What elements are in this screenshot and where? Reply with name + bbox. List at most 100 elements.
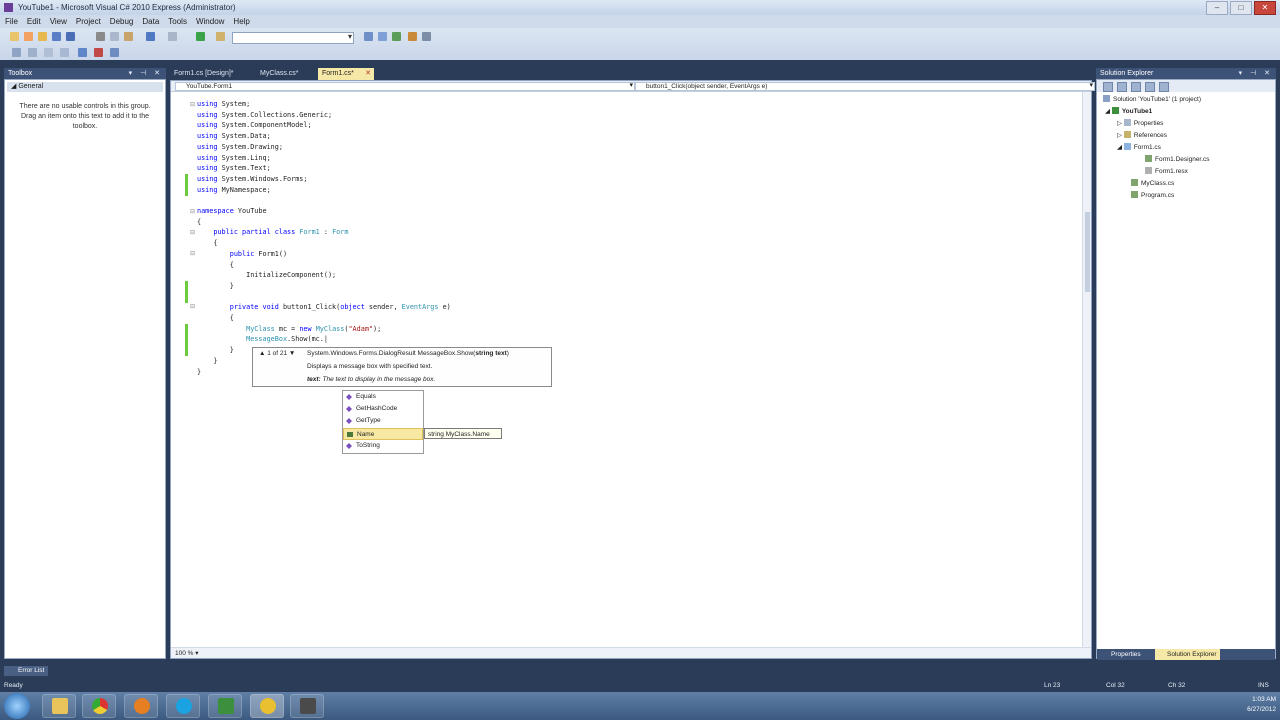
- tree-node-program[interactable]: Program.cs: [1131, 191, 1174, 199]
- code-line[interactable]: private void button1_Click(object sender…: [197, 302, 451, 313]
- code-line[interactable]: {: [197, 238, 217, 249]
- vertical-scrollbar[interactable]: [1082, 92, 1091, 647]
- tab-myclass[interactable]: MyClass.cs*: [256, 68, 303, 80]
- undo-icon[interactable]: [146, 32, 155, 41]
- menu-project[interactable]: Project: [71, 15, 105, 28]
- taskbar-skype[interactable]: [166, 694, 200, 718]
- scroll-thumb[interactable]: [1085, 212, 1090, 292]
- outdent-icon[interactable]: [60, 48, 69, 57]
- tree-node-references[interactable]: ▷ References: [1117, 131, 1167, 139]
- tree-node-form1[interactable]: ◢ Form1.cs: [1117, 143, 1161, 151]
- bookmark-icon[interactable]: [78, 48, 87, 57]
- menu-view[interactable]: View: [45, 15, 71, 28]
- menu-debug[interactable]: Debug: [105, 15, 138, 28]
- taskbar-firefox[interactable]: [124, 694, 158, 718]
- code-line[interactable]: }: [197, 367, 201, 378]
- properties-icon[interactable]: [392, 32, 401, 41]
- pin-icon[interactable]: ▾ ⊣ ✕: [1239, 68, 1273, 79]
- toolbox-group-general[interactable]: ◢ General: [7, 82, 163, 92]
- error-list-tab[interactable]: Error List: [4, 666, 49, 676]
- maximize-button[interactable]: □: [1230, 1, 1252, 15]
- minimize-button[interactable]: –: [1206, 1, 1228, 15]
- menu-edit[interactable]: Edit: [22, 15, 45, 28]
- tree-node-myclass[interactable]: MyClass.cs: [1131, 179, 1174, 187]
- code-line[interactable]: {: [197, 217, 201, 228]
- code-line[interactable]: using System.Linq;: [197, 153, 271, 164]
- fold-marker[interactable]: ⊟: [190, 101, 195, 108]
- code-line[interactable]: }: [197, 281, 234, 292]
- fold-marker[interactable]: ⊟: [190, 208, 195, 215]
- show-all-files-icon[interactable]: [1117, 82, 1127, 92]
- close-button[interactable]: ✕: [1254, 1, 1276, 15]
- taskbar-explorer[interactable]: [42, 694, 76, 718]
- prev-bookmark-icon[interactable]: [94, 48, 103, 57]
- overload-counter[interactable]: ▲ 1 of 21 ▼: [259, 350, 295, 357]
- find-icon[interactable]: [216, 32, 225, 41]
- tree-node-solution[interactable]: Solution 'YouTube1' (1 project): [1103, 95, 1201, 103]
- paste-icon[interactable]: [124, 32, 133, 41]
- type-dropdown[interactable]: YouTube.Form1: [175, 82, 635, 91]
- menu-data[interactable]: Data: [137, 15, 163, 28]
- start-button[interactable]: [4, 693, 30, 719]
- zoom-level[interactable]: 100 % ▾: [171, 647, 1091, 658]
- taskbar-camtasia[interactable]: [290, 694, 324, 718]
- cut-icon[interactable]: [96, 32, 105, 41]
- tab-form1-code[interactable]: Form1.cs* ✕: [318, 68, 374, 80]
- code-line[interactable]: using System.Drawing;: [197, 142, 283, 153]
- code-line[interactable]: }: [197, 356, 217, 367]
- pin-icon[interactable]: ▾ ⊣ ✕: [129, 68, 163, 79]
- code-line[interactable]: using System.Text;: [197, 163, 271, 174]
- find-in-files-icon[interactable]: [364, 32, 373, 41]
- start-debugging-icon[interactable]: [196, 32, 205, 41]
- fold-marker[interactable]: ⊟: [190, 250, 195, 257]
- save-icon[interactable]: [52, 32, 61, 41]
- completion-item[interactable]: GetHashCode: [343, 403, 423, 415]
- save-all-icon[interactable]: [66, 32, 75, 41]
- system-tray[interactable]: 1:03 AM 6/27/2012: [1247, 695, 1276, 715]
- code-line[interactable]: }: [197, 345, 234, 356]
- code-line[interactable]: using MyNamespace;: [197, 185, 271, 196]
- menu-window[interactable]: Window: [191, 15, 228, 28]
- completion-item[interactable]: GetType: [343, 415, 423, 427]
- view-code-icon[interactable]: [1145, 82, 1155, 92]
- code-line[interactable]: using System;: [197, 99, 250, 110]
- refresh-icon[interactable]: [1131, 82, 1141, 92]
- code-line[interactable]: {: [197, 313, 234, 324]
- code-line[interactable]: {: [197, 260, 234, 271]
- object-browser-icon[interactable]: [408, 32, 417, 41]
- code-line[interactable]: namespace YouTube: [197, 206, 267, 217]
- completion-item[interactable]: Equals: [343, 391, 423, 403]
- taskbar-visual-csharp[interactable]: [208, 694, 242, 718]
- code-line[interactable]: InitializeComponent();: [197, 270, 336, 281]
- completion-item[interactable]: ToString: [343, 440, 423, 452]
- tab-solution-explorer[interactable]: Solution Explorer: [1155, 649, 1220, 660]
- add-item-icon[interactable]: [24, 32, 33, 41]
- tab-properties[interactable]: Properties: [1099, 649, 1144, 660]
- code-line[interactable]: public Form1(): [197, 249, 287, 260]
- menu-help[interactable]: Help: [228, 15, 253, 28]
- open-file-icon[interactable]: [38, 32, 47, 41]
- code-line[interactable]: public partial class Form1 : Form: [197, 227, 348, 238]
- menu-file[interactable]: File: [0, 15, 22, 28]
- find-combo[interactable]: [232, 32, 354, 44]
- properties-icon[interactable]: [1103, 82, 1113, 92]
- solution-explorer-icon[interactable]: [378, 32, 387, 41]
- code-line[interactable]: MyClass mc = new MyClass("Adam");: [197, 324, 381, 335]
- code-line[interactable]: using System.Windows.Forms;: [197, 174, 308, 185]
- code-line[interactable]: using System.Data;: [197, 131, 271, 142]
- redo-icon[interactable]: [168, 32, 177, 41]
- tree-node-properties[interactable]: ▷ Properties: [1117, 119, 1163, 127]
- indent-icon[interactable]: [44, 48, 53, 57]
- code-line[interactable]: using System.ComponentModel;: [197, 120, 312, 131]
- toolbox-icon[interactable]: [422, 32, 431, 41]
- code-line[interactable]: using System.Collections.Generic;: [197, 110, 332, 121]
- completion-list[interactable]: Equals GetHashCode GetType Name ToString: [342, 390, 424, 454]
- new-project-icon[interactable]: [10, 32, 19, 41]
- view-designer-icon[interactable]: [1159, 82, 1169, 92]
- taskbar-chrome[interactable]: [82, 694, 116, 718]
- tree-node-form1-resx[interactable]: Form1.resx: [1145, 167, 1188, 175]
- tree-node-project[interactable]: ◢ YouTube1: [1105, 107, 1152, 115]
- menu-tools[interactable]: Tools: [163, 15, 191, 28]
- uncomment-icon[interactable]: [28, 48, 37, 57]
- close-tab-icon[interactable]: ✕: [365, 68, 371, 80]
